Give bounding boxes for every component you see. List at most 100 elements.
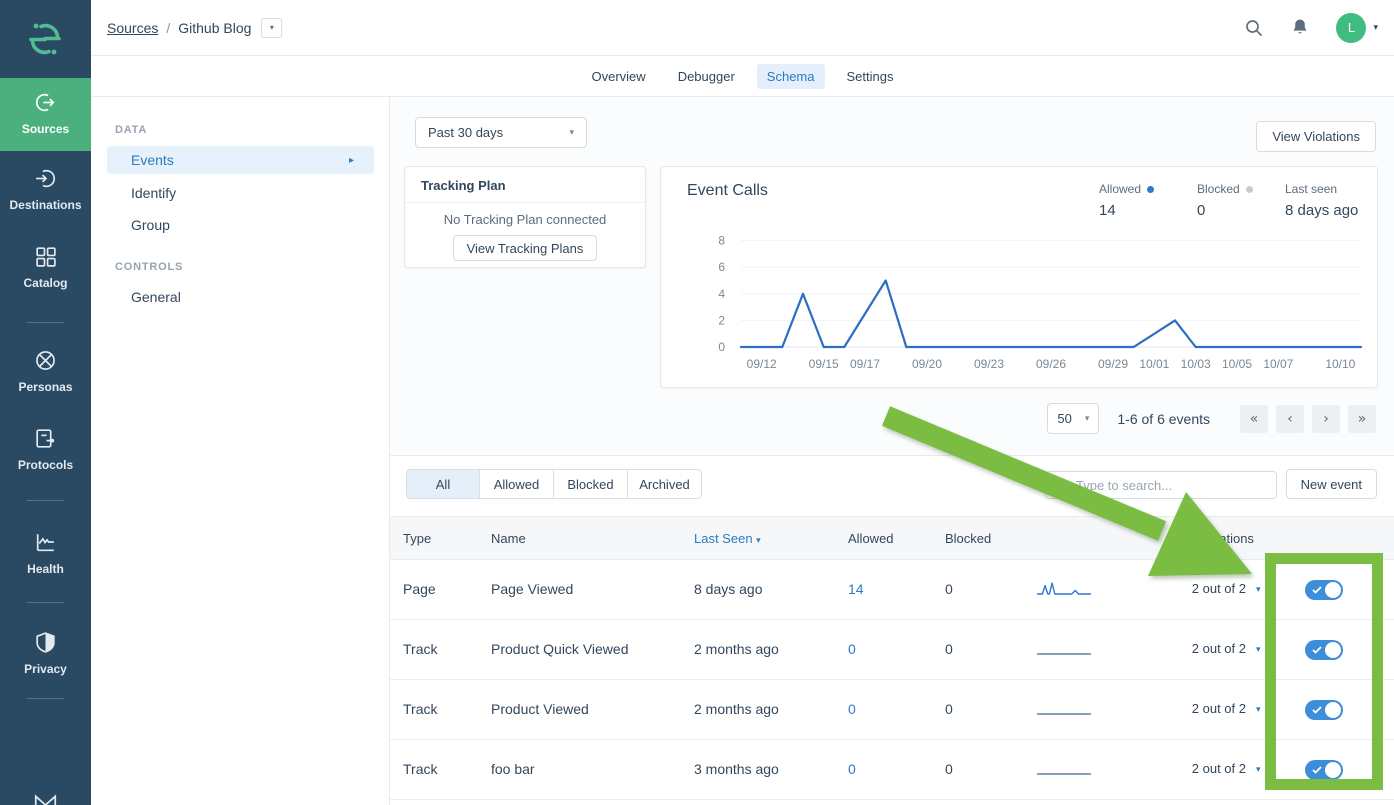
blocked-dot xyxy=(1246,186,1253,193)
event-enabled-toggle[interactable] xyxy=(1305,640,1343,660)
cell-name: Product Quick Viewed xyxy=(491,641,628,657)
tab-settings[interactable]: Settings xyxy=(837,64,904,89)
filter-allowed[interactable]: Allowed xyxy=(480,469,554,499)
svg-text:8: 8 xyxy=(718,234,725,248)
cell-integrations: 2 out of 2 xyxy=(1110,761,1246,776)
segment-logo[interactable] xyxy=(0,0,91,78)
filter-archived[interactable]: Archived xyxy=(628,469,702,499)
cell-blocked: 0 xyxy=(945,701,953,717)
sidebar-item-privacy[interactable]: Privacy xyxy=(0,618,91,690)
personas-icon xyxy=(33,348,58,373)
check-icon xyxy=(1312,766,1322,774)
event-enabled-toggle[interactable] xyxy=(1305,580,1343,600)
integrations-dropdown-icon[interactable]: ▾ xyxy=(1256,584,1261,595)
next-page-button[interactable]: › xyxy=(1312,405,1340,433)
cell-allowed-link[interactable]: 0 xyxy=(848,701,856,717)
svg-text:09/29: 09/29 xyxy=(1098,357,1128,371)
sidebar-item-catalog[interactable]: Catalog xyxy=(0,232,91,304)
avatar[interactable]: L xyxy=(1336,13,1366,43)
column-header-last-seen-sort[interactable]: Last Seen ▾ xyxy=(694,531,761,546)
cell-name: Page Viewed xyxy=(491,581,573,597)
svg-text:10/10: 10/10 xyxy=(1325,357,1355,371)
nav-item-group[interactable]: Group xyxy=(107,211,374,239)
column-header-blocked: Blocked xyxy=(945,531,991,546)
sidebar-item-sources[interactable]: Sources xyxy=(0,78,91,151)
sidebar-item-destinations[interactable]: Destinations xyxy=(0,154,91,226)
cell-allowed-link[interactable]: 0 xyxy=(848,761,856,777)
last-seen-value: 8 days ago xyxy=(1285,202,1358,219)
breadcrumb: Sources / Github Blog ▾ xyxy=(107,0,282,55)
event-enabled-toggle[interactable] xyxy=(1305,760,1343,780)
cell-allowed-link[interactable]: 0 xyxy=(848,641,856,657)
sidebar-item-label: Protocols xyxy=(0,458,91,472)
tab-schema[interactable]: Schema xyxy=(757,64,825,89)
tab-debugger[interactable]: Debugger xyxy=(668,64,745,89)
cell-integrations: 2 out of 2 xyxy=(1110,581,1246,596)
search-input[interactable] xyxy=(1076,472,1271,498)
tab-overview[interactable]: Overview xyxy=(582,64,656,89)
svg-text:6: 6 xyxy=(718,260,725,274)
sidebar-item-personas[interactable]: Personas xyxy=(0,336,91,408)
cell-allowed-link[interactable]: 14 xyxy=(848,581,864,597)
legend-label: Last seen xyxy=(1285,182,1337,196)
check-icon xyxy=(1312,646,1322,654)
event-calls-card: Event Calls Allowed 14 Blocked 0 Last se… xyxy=(660,166,1378,388)
cell-integrations: 2 out of 2 xyxy=(1110,701,1246,716)
events-table-zone: All Allowed Blocked Archived New event T… xyxy=(390,455,1394,805)
event-enabled-toggle[interactable] xyxy=(1305,700,1343,720)
health-icon xyxy=(33,530,58,555)
prev-page-button[interactable]: ‹ xyxy=(1276,405,1304,433)
sidebar-item-label: Destinations xyxy=(0,198,91,212)
filter-blocked[interactable]: Blocked xyxy=(554,469,628,499)
svg-text:09/23: 09/23 xyxy=(974,357,1004,371)
cell-name: Product Viewed xyxy=(491,701,589,717)
chevron-down-icon: ▾ xyxy=(270,23,274,32)
cell-blocked: 0 xyxy=(945,761,953,777)
integrations-dropdown-icon[interactable]: ▾ xyxy=(1256,704,1261,715)
connections-icon-partial[interactable] xyxy=(31,792,60,805)
view-tracking-plans-button[interactable]: View Tracking Plans xyxy=(453,235,598,261)
sidebar-divider xyxy=(27,698,64,699)
page-size-select[interactable]: 50 ▾ xyxy=(1047,403,1099,434)
svg-text:0: 0 xyxy=(718,340,725,354)
cell-integrations: 2 out of 2 xyxy=(1110,641,1246,656)
breadcrumb-current: Github Blog xyxy=(178,20,251,36)
integrations-dropdown-icon[interactable]: ▾ xyxy=(1256,764,1261,775)
legend-last-seen: Last seen 8 days ago xyxy=(1285,182,1358,219)
table-header: Type Name Last Seen ▾ Allowed Blocked In… xyxy=(390,516,1394,560)
date-range-select[interactable]: Past 30 days ▾ xyxy=(415,117,587,148)
source-switcher-button[interactable]: ▾ xyxy=(261,18,282,38)
pagination: 50 ▾ 1-6 of 6 events « ‹ › » xyxy=(1047,403,1376,434)
chevron-down-icon: ▾ xyxy=(569,127,574,138)
breadcrumb-sources-link[interactable]: Sources xyxy=(107,20,158,36)
first-page-button[interactable]: « xyxy=(1240,405,1268,433)
toggle-knob xyxy=(1325,582,1341,598)
tracking-plan-card: Tracking Plan No Tracking Plan connected… xyxy=(404,166,646,268)
section-label-controls: CONTROLS xyxy=(115,261,183,273)
sidebar-item-health[interactable]: Health xyxy=(0,518,91,590)
integrations-dropdown-icon[interactable]: ▾ xyxy=(1256,644,1261,655)
user-menu[interactable]: L ▾ xyxy=(1336,13,1378,43)
nav-item-label: Group xyxy=(131,217,170,233)
notifications-bell-icon[interactable] xyxy=(1290,18,1310,38)
nav-item-general[interactable]: General xyxy=(107,283,374,311)
date-range-value: Past 30 days xyxy=(428,125,503,140)
sidebar-item-protocols[interactable]: Protocols xyxy=(0,414,91,486)
nav-item-events[interactable]: Events ▸ xyxy=(107,146,374,174)
sidebar-item-label: Sources xyxy=(0,122,91,136)
catalog-icon xyxy=(33,244,58,269)
filter-all[interactable]: All xyxy=(406,469,480,499)
check-icon xyxy=(1312,706,1322,714)
table-row-product-viewed: Track Product Viewed 2 months ago 0 0 2 … xyxy=(390,680,1394,740)
legend-label: Allowed xyxy=(1099,182,1141,196)
last-page-button[interactable]: » xyxy=(1348,405,1376,433)
new-event-button[interactable]: New event xyxy=(1286,469,1377,499)
view-violations-button[interactable]: View Violations xyxy=(1256,121,1376,152)
nav-item-identify[interactable]: Identify xyxy=(107,179,374,207)
search-icon[interactable] xyxy=(1244,18,1264,38)
sparkline xyxy=(1035,756,1093,780)
toggle-knob xyxy=(1325,642,1341,658)
column-header-name: Name xyxy=(491,531,526,546)
svg-text:10/07: 10/07 xyxy=(1263,357,1293,371)
column-header-type: Type xyxy=(403,531,431,546)
